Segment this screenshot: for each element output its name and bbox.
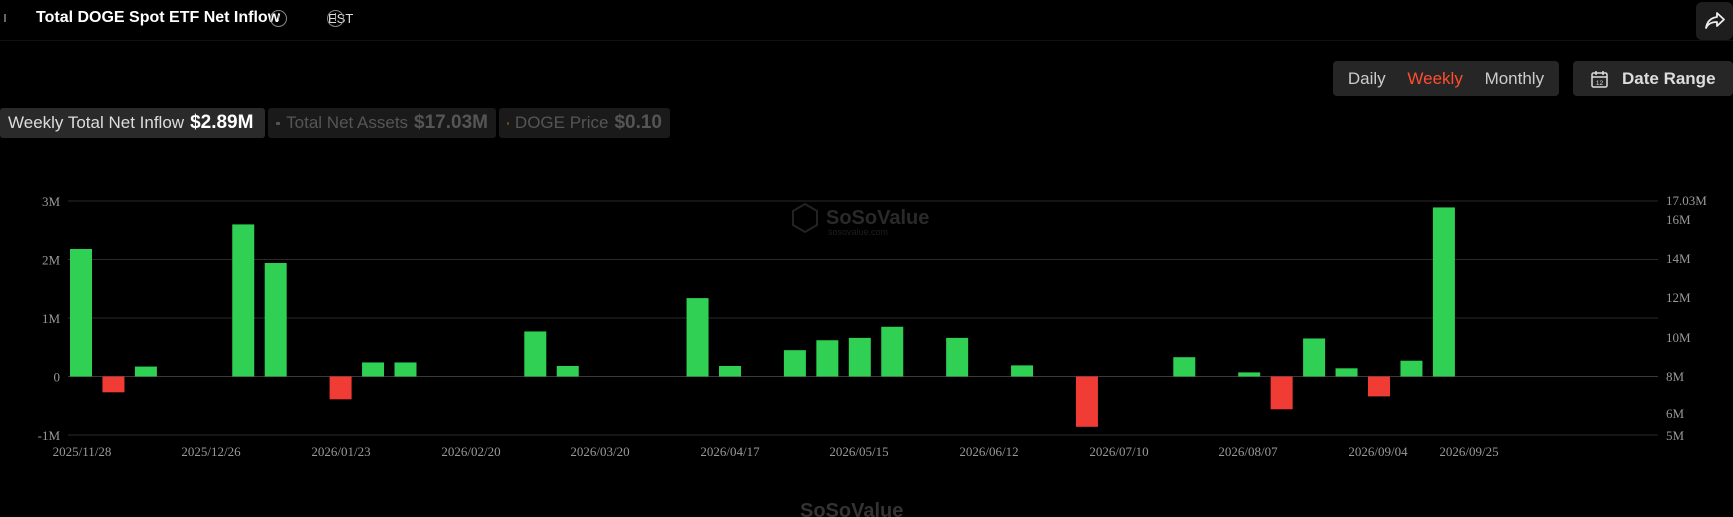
x-tick-label: 2026/01/23 bbox=[311, 444, 370, 459]
period-daily[interactable]: Daily bbox=[1348, 69, 1386, 89]
period-monthly[interactable]: Monthly bbox=[1485, 69, 1545, 89]
period-weekly[interactable]: Weekly bbox=[1407, 69, 1462, 89]
x-tick-label: 2026/04/17 bbox=[700, 444, 760, 459]
right-tick-label: 6M bbox=[1666, 406, 1685, 421]
timezone-info-icon[interactable]: i bbox=[327, 10, 344, 27]
y-tick-label: -1M bbox=[38, 428, 61, 443]
chart-bar bbox=[1270, 376, 1293, 410]
metric-doge-price[interactable]: DOGE Price $0.10 bbox=[499, 108, 670, 138]
period-toggle: Daily Weekly Monthly bbox=[1333, 61, 1559, 96]
chart-bar bbox=[881, 326, 904, 377]
chart-bar bbox=[816, 340, 839, 377]
chart-bar bbox=[102, 376, 125, 393]
info-icon[interactable]: i bbox=[270, 10, 287, 27]
metric-label: Weekly Total Net Inflow bbox=[8, 113, 185, 132]
right-tick-label: 8M bbox=[1666, 369, 1685, 384]
x-tick-label: 2026/02/20 bbox=[441, 444, 500, 459]
chart-bar bbox=[134, 366, 157, 377]
page-title: Total DOGE Spot ETF Net Inflow bbox=[36, 9, 281, 26]
right-tick-label: 16M bbox=[1666, 212, 1691, 227]
y-tick-label: 3M bbox=[42, 194, 61, 209]
chart-bar bbox=[1432, 207, 1455, 377]
chart-bar bbox=[848, 337, 871, 377]
chart-bar bbox=[1238, 372, 1261, 377]
chart-bar bbox=[1335, 368, 1358, 377]
right-tick-label: 17.03M bbox=[1666, 193, 1707, 208]
x-tick-label: 2026/08/07 bbox=[1218, 444, 1278, 459]
share-icon bbox=[1704, 12, 1725, 29]
chart-bar bbox=[1303, 338, 1326, 377]
watermark-brand: SoSoValue bbox=[826, 207, 929, 229]
metric-value: $17.03M bbox=[414, 112, 488, 133]
svg-text:12: 12 bbox=[1596, 80, 1604, 87]
chart-bar bbox=[1173, 357, 1196, 377]
x-tick-label: 2026/03/20 bbox=[570, 444, 629, 459]
x-tick-label: 2025/12/26 bbox=[181, 444, 241, 459]
x-tick-label: 2026/06/12 bbox=[959, 444, 1018, 459]
date-range-button[interactable]: 12 Date Range bbox=[1573, 61, 1733, 96]
chart-bar bbox=[394, 362, 417, 377]
bottom-watermark: SoSoValue bbox=[800, 500, 903, 517]
legend-swatch bbox=[276, 121, 281, 125]
collapse-marker bbox=[4, 14, 6, 22]
metric-label: Total Net Assets bbox=[286, 113, 409, 132]
chart-bar bbox=[1075, 376, 1098, 427]
date-range-label: Date Range bbox=[1622, 68, 1716, 88]
calendar-icon: 12 bbox=[1591, 70, 1608, 88]
metric-total-net-assets[interactable]: Total Net Assets $17.03M bbox=[268, 108, 496, 138]
header-divider bbox=[0, 40, 1733, 41]
metric-value: $0.10 bbox=[614, 112, 662, 133]
chart-bar bbox=[1368, 376, 1390, 397]
chart-bar bbox=[264, 263, 287, 377]
x-tick-label: 2025/11/28 bbox=[53, 444, 112, 459]
right-tick-label: 14M bbox=[1666, 251, 1691, 266]
metric-label: DOGE Price bbox=[514, 113, 609, 132]
chart-bar bbox=[329, 376, 352, 400]
inflow-bar-chart: SoSoValuesosovalue.com-1M01M2M3M5M6M8M10… bbox=[38, 193, 1708, 517]
legend-swatch bbox=[507, 121, 509, 125]
chart-bar bbox=[719, 365, 741, 377]
watermark: SoSoValuesosovalue.com bbox=[792, 202, 929, 237]
metric-value: $2.89M bbox=[190, 112, 254, 133]
x-tick-label: 2026/07/10 bbox=[1089, 444, 1148, 459]
chart-bar bbox=[362, 362, 385, 377]
x-tick-label: 2026/09/04 bbox=[1348, 444, 1408, 459]
y-tick-label: 1M bbox=[42, 311, 61, 326]
x-tick-label: 2026/05/15 bbox=[829, 444, 888, 459]
chart-bar bbox=[232, 224, 255, 377]
chart-bar bbox=[556, 365, 579, 377]
chart-bar bbox=[783, 350, 806, 377]
share-button[interactable] bbox=[1696, 2, 1733, 40]
right-tick-label: 5M bbox=[1666, 428, 1685, 443]
watermark-url: sosovalue.com bbox=[828, 227, 888, 237]
right-tick-label: 10M bbox=[1666, 330, 1691, 345]
chart-bar bbox=[946, 337, 969, 377]
chart-bar bbox=[1011, 365, 1034, 377]
y-tick-label: 0 bbox=[54, 370, 61, 385]
metric-weekly-net-inflow[interactable]: Weekly Total Net Inflow $2.89M bbox=[0, 108, 265, 138]
chart-bar bbox=[524, 331, 547, 377]
x-tick-label: 2026/09/25 bbox=[1439, 444, 1498, 459]
chart-bar bbox=[1400, 360, 1423, 377]
chart-bar bbox=[686, 298, 709, 377]
y-tick-label: 2M bbox=[42, 253, 61, 268]
right-tick-label: 12M bbox=[1666, 290, 1691, 305]
chart-header: Total DOGE Spot ETF Net Inflow i EST i bbox=[0, 0, 1733, 40]
watermark-logo-icon bbox=[792, 202, 818, 234]
chart-bar bbox=[70, 248, 92, 377]
